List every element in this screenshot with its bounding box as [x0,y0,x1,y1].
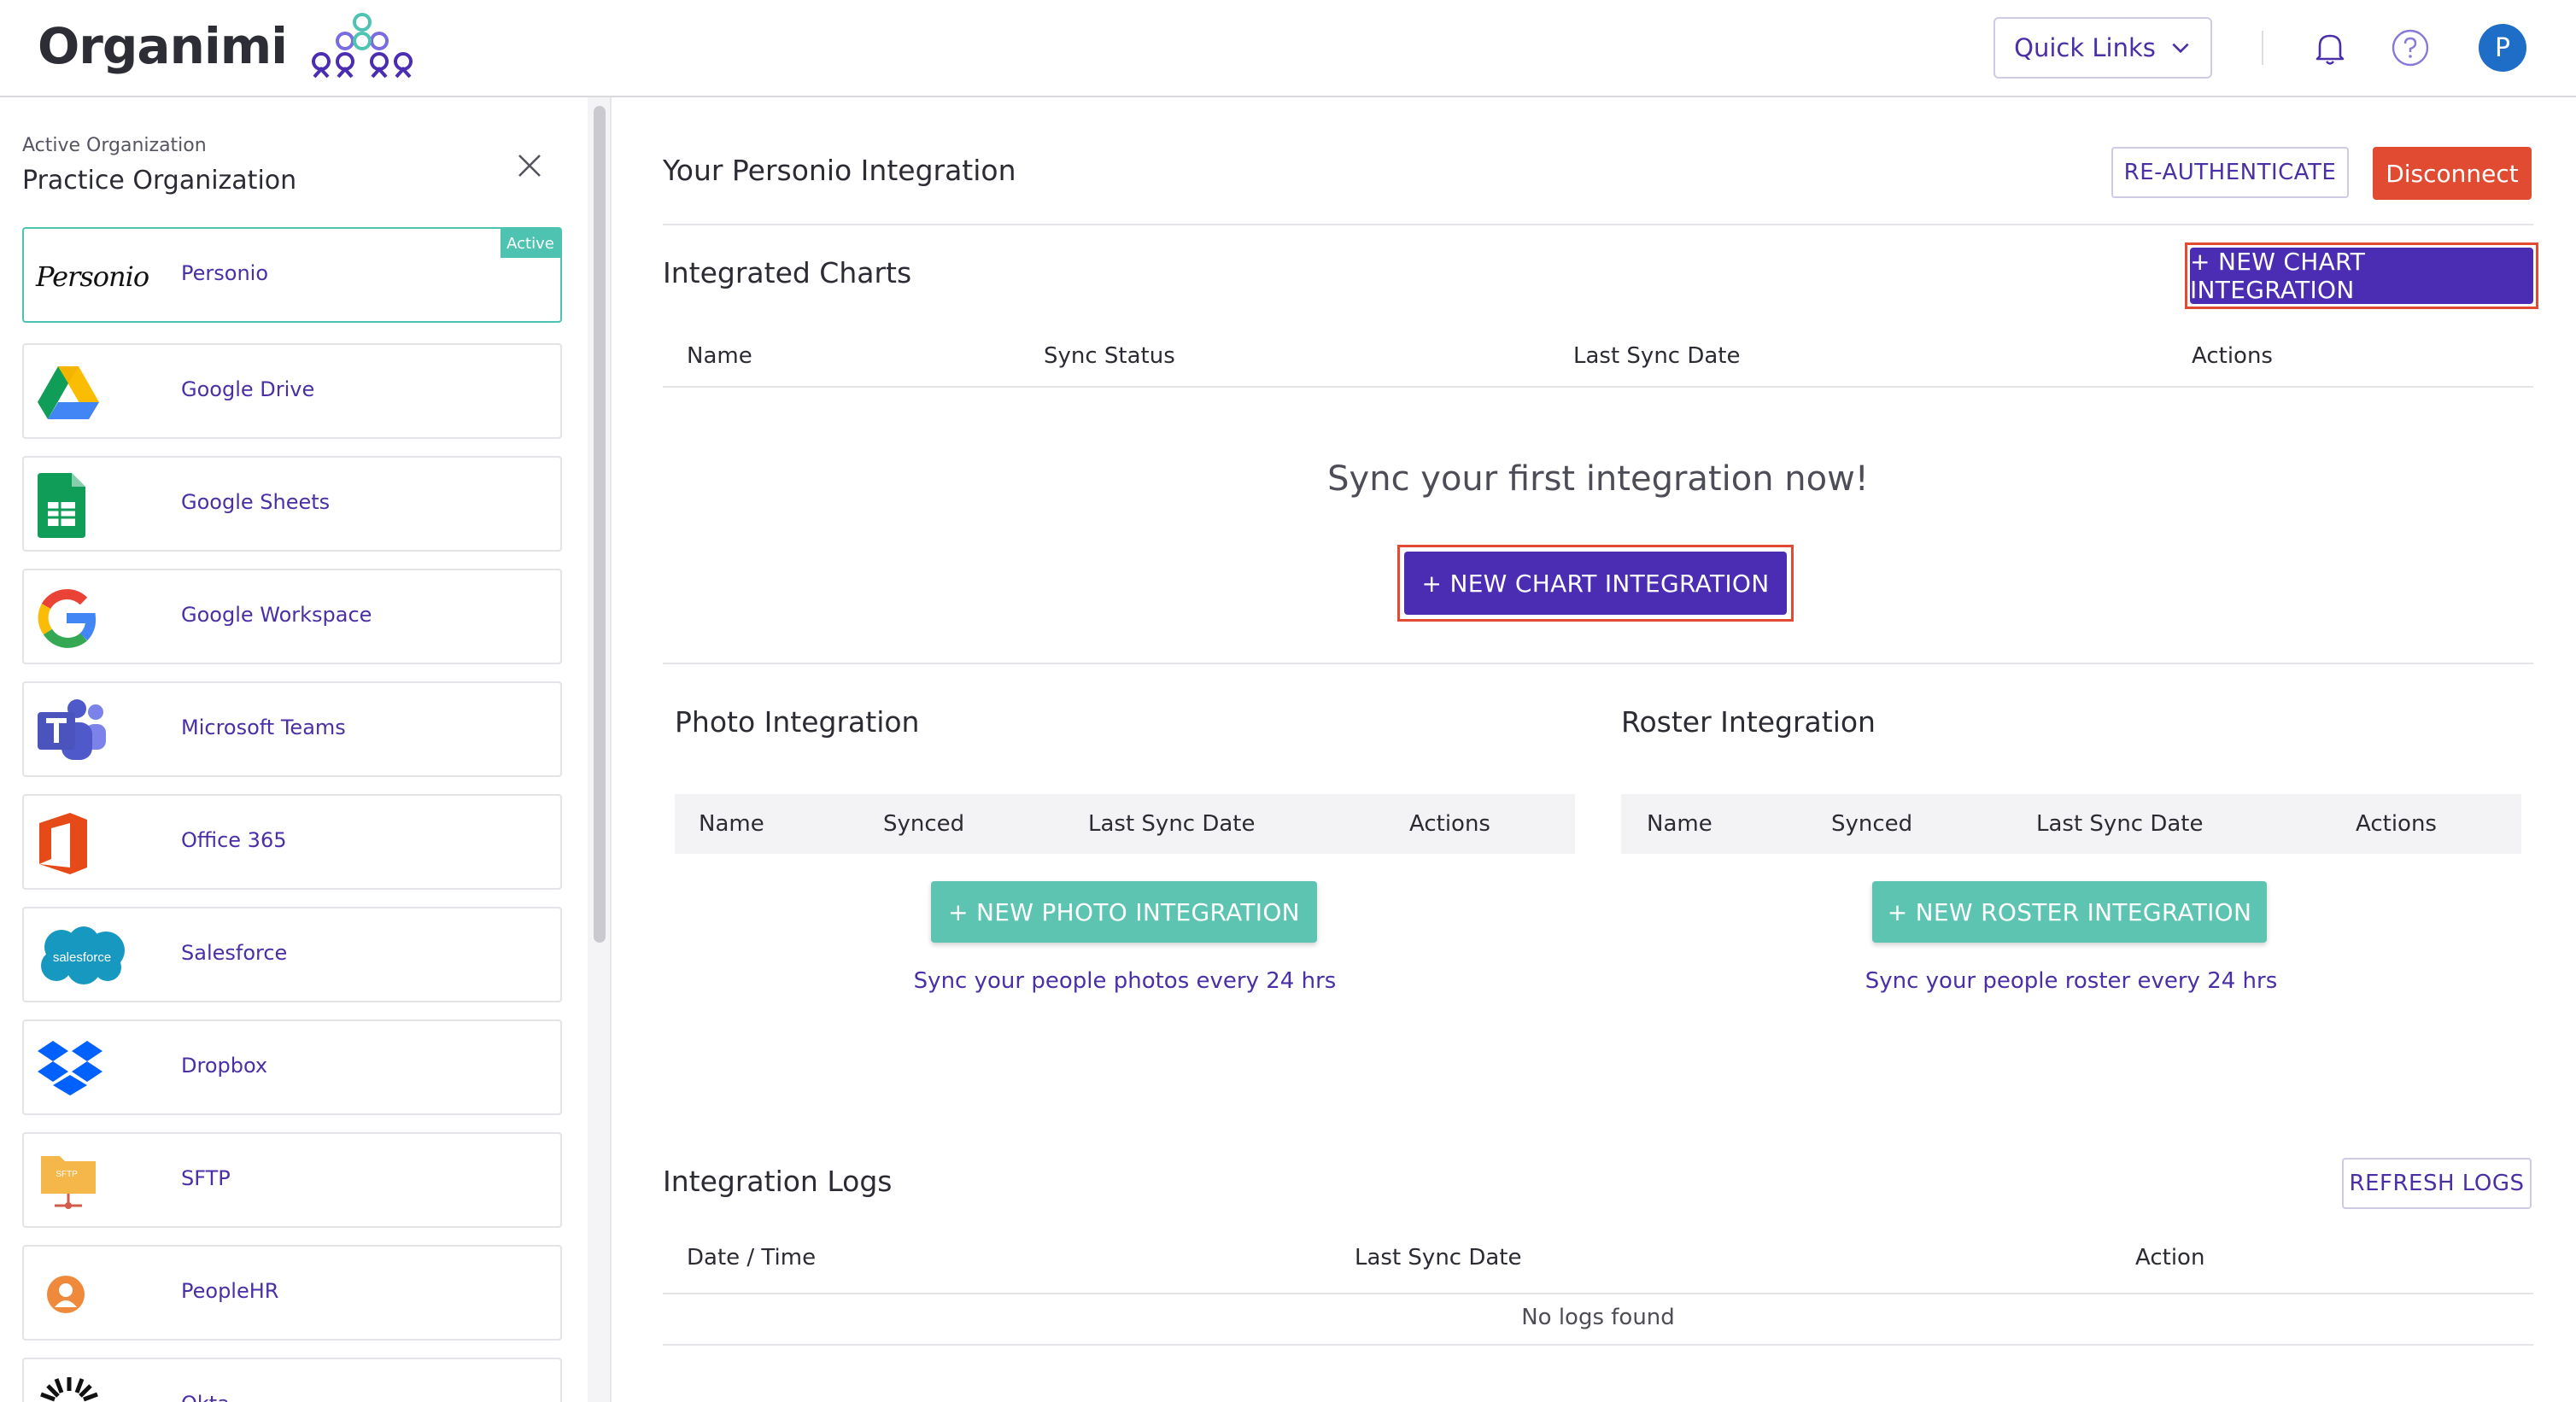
google-sheets-icon [36,473,138,538]
org-tree-logo-icon [312,13,413,79]
table-divider [663,386,2533,388]
sidebar-item-label: Google Workspace [181,603,372,627]
table-divider [663,1293,2533,1294]
active-org-label: Active Organization [22,135,207,156]
roster-col-synced: Synced [1831,811,1913,837]
disconnect-button[interactable]: Disconnect [2373,147,2532,200]
sidebar-item-google-drive[interactable]: Google Drive [22,343,562,439]
sidebar-item-label: Microsoft Teams [181,716,346,739]
chevron-down-icon [2172,43,2189,54]
notifications-bell-icon[interactable] [2308,26,2352,70]
sidebar-item-salesforce[interactable]: salesforce Salesforce [22,907,562,1002]
integrations-sidebar: Active Organization Practice Organizatio… [0,97,588,1402]
peoplehr-icon [36,1265,138,1323]
roster-col-name: Name [1647,811,1712,837]
integration-logs-title: Integration Logs [663,1165,893,1198]
table-divider [663,1344,2533,1346]
sidebar-item-label: Salesforce [181,941,288,965]
office-365-icon [36,813,138,874]
logs-col-action: Action [2135,1245,2205,1271]
dropbox-icon [36,1040,138,1098]
organimi-logo[interactable]: Organimi [38,12,419,80]
photo-col-name: Name [699,811,764,837]
personio-logo-icon: Personio [36,248,149,306]
close-icon [518,155,541,177]
main-content: Your Personio Integration RE-AUTHENTICAT… [612,97,2576,1402]
sidebar-item-peoplehr[interactable]: PeopleHR [22,1245,562,1341]
section-divider [663,663,2533,664]
sidebar-item-sftp[interactable]: SFTP SFTP [22,1132,562,1228]
sidebar-item-office-365[interactable]: Office 365 [22,794,562,890]
integration-title: Your Personio Integration [663,154,1016,187]
charts-col-name[interactable]: Name [687,343,752,369]
personio-logo-wordmark: Personio [36,260,149,293]
re-authenticate-button[interactable]: RE-AUTHENTICATE [2111,147,2349,198]
sidebar-scrollbar[interactable] [588,97,612,1402]
new-chart-integration-button[interactable]: + NEW CHART INTEGRATION [2190,248,2533,304]
quick-links-label: Quick Links [2014,33,2156,62]
sidebar-item-label: SFTP [181,1166,231,1190]
charts-col-actions: Actions [2192,343,2273,369]
sidebar-item-personio[interactable]: Personio Personio Active [22,227,562,323]
logo-wordmark: Organimi [38,17,288,75]
no-logs-message: No logs found [1521,1305,1675,1330]
charts-col-last-sync-date[interactable]: Last Sync Date [1573,343,1741,369]
sidebar-item-dropbox[interactable]: Dropbox [22,1019,562,1115]
salesforce-cloud-icon: salesforce [36,926,138,985]
help-question-icon[interactable] [2388,26,2433,70]
integrated-charts-title: Integrated Charts [663,256,912,289]
roster-integration-title: Roster Integration [1621,705,1876,739]
sidebar-item-label: Office 365 [181,828,287,852]
charts-col-sync-status[interactable]: Sync Status [1044,343,1175,369]
sidebar-item-label: PeopleHR [181,1279,279,1303]
active-badge: Active [501,229,560,258]
header-divider [2262,31,2263,65]
new-roster-integration-button[interactable]: + NEW ROSTER INTEGRATION [1872,881,2267,943]
sftp-folder-icon: SFTP [36,1153,138,1211]
logs-col-last-sync-date: Last Sync Date [1355,1245,1522,1271]
sidebar-item-label: Google Sheets [181,490,331,514]
sidebar-item-okta[interactable]: Okta [22,1358,562,1402]
photo-col-synced: Synced [883,811,965,837]
okta-icon [36,1377,138,1402]
section-divider [663,224,2533,225]
roster-col-last-sync-date: Last Sync Date [2036,811,2204,837]
photo-sync-note: Sync your people photos every 24 hrs [913,968,1337,994]
sidebar-item-label: Dropbox [181,1054,268,1078]
quick-links-dropdown[interactable]: Quick Links [1993,17,2212,79]
sidebar-item-label: Google Drive [181,377,315,401]
sftp-folder-label: SFTP [56,1170,78,1179]
google-g-icon [36,589,138,648]
charts-empty-message: Sync your first integration now! [1327,459,1869,499]
sidebar-item-microsoft-teams[interactable]: Microsoft Teams [22,681,562,777]
google-drive-icon [36,364,138,422]
sidebar-item-label: Personio [181,261,268,285]
close-sidebar-button[interactable] [509,145,550,186]
salesforce-logo-text: salesforce [53,950,111,965]
user-avatar[interactable]: P [2479,24,2526,72]
photo-integration-title: Photo Integration [675,705,920,739]
new-chart-integration-empty-button[interactable]: + NEW CHART INTEGRATION [1404,552,1787,615]
photo-col-last-sync-date: Last Sync Date [1088,811,1256,837]
refresh-logs-button[interactable]: REFRESH LOGS [2342,1158,2532,1209]
sidebar-scrollbar-thumb[interactable] [594,106,606,943]
new-photo-integration-button[interactable]: + NEW PHOTO INTEGRATION [931,881,1317,943]
sidebar-item-google-sheets[interactable]: Google Sheets [22,456,562,552]
microsoft-teams-icon [36,699,138,760]
sidebar-item-label: Okta [181,1392,230,1402]
top-header: Organimi Quick Links P [0,0,2576,97]
sidebar-item-google-workspace[interactable]: Google Workspace [22,569,562,664]
photo-col-actions: Actions [1409,811,1490,837]
logs-col-date-time: Date / Time [687,1245,817,1271]
active-org-name: Practice Organization [22,166,297,196]
roster-sync-note: Sync your people roster every 24 hrs [1865,968,2278,994]
roster-col-actions: Actions [2356,811,2437,837]
